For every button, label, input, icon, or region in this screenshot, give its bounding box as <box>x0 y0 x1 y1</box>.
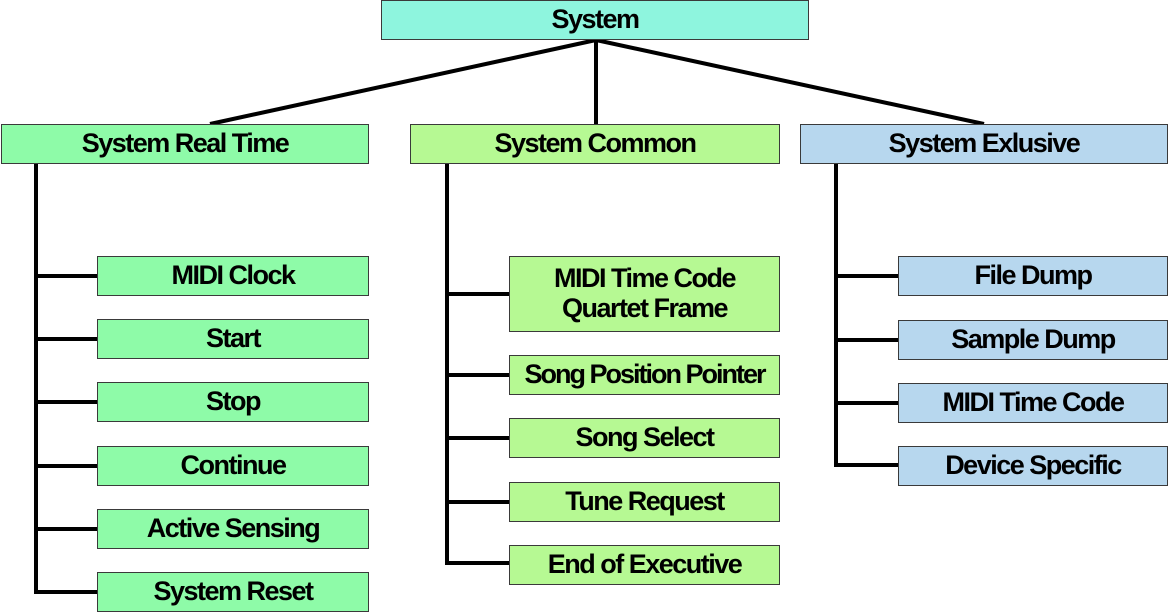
connector-root-exclusive <box>595 38 985 126</box>
node-sample-dump: Sample Dump <box>898 320 1168 360</box>
node-system-reset: System Reset <box>97 572 369 612</box>
node-stop: Stop <box>97 382 369 422</box>
node-label: End of Executive <box>547 549 743 580</box>
node-label: MIDI Time Code <box>942 387 1125 418</box>
node-label: Start <box>205 323 262 354</box>
connector-root-realtime <box>209 38 597 126</box>
node-song-select: Song Select <box>509 418 780 458</box>
node-label: Song Position Pointer <box>524 359 767 390</box>
node-start: Start <box>97 319 369 359</box>
node-label: Stop <box>206 386 262 417</box>
node-label: MIDI Clock <box>171 260 296 291</box>
node-system-exclusive: System Exlusive <box>800 124 1168 164</box>
node-device-specific: Device Specific <box>898 446 1168 486</box>
node-midi-time-code-quartet-frame: MIDI Time Code Quartet Frame <box>509 256 780 332</box>
node-label: Song Select <box>575 422 715 453</box>
node-label: System Common <box>494 128 697 159</box>
node-system: System <box>381 0 809 40</box>
node-midi-time-code: MIDI Time Code <box>898 383 1168 423</box>
node-system-real-time: System Real Time <box>1 124 369 164</box>
node-continue: Continue <box>97 446 369 486</box>
node-active-sensing: Active Sensing <box>97 509 369 549</box>
node-label: System Reset <box>153 576 314 607</box>
node-label: System <box>551 4 640 35</box>
node-label: Sample Dump <box>951 324 1116 355</box>
node-song-position-pointer: Song Position Pointer <box>509 355 780 395</box>
node-label: Device Specific <box>945 450 1122 481</box>
node-label: MIDI Time Code Quartet Frame <box>553 263 737 323</box>
node-file-dump: File Dump <box>898 256 1168 296</box>
node-label: System Exlusive <box>888 128 1081 159</box>
node-label: Active Sensing <box>146 513 321 544</box>
node-system-common: System Common <box>410 124 780 164</box>
node-label: System Real Time <box>81 128 290 159</box>
node-label: Tune Request <box>565 486 725 517</box>
node-midi-clock: MIDI Clock <box>97 256 369 296</box>
node-end-of-executive: End of Executive <box>509 545 780 585</box>
node-label: File Dump <box>974 260 1093 291</box>
node-label: Continue <box>180 450 287 481</box>
node-tune-request: Tune Request <box>509 482 780 522</box>
